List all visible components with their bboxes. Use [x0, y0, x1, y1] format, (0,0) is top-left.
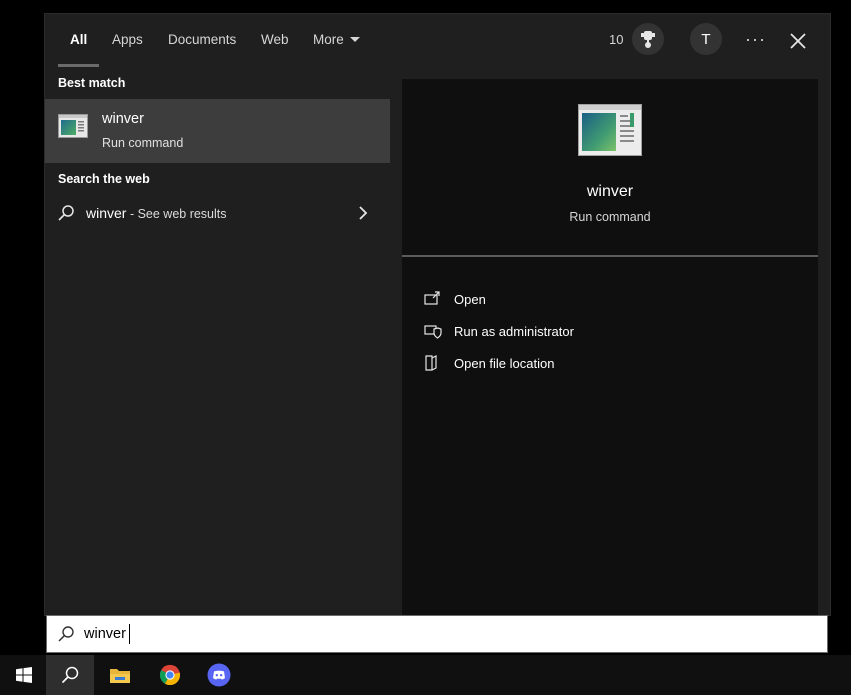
web-result-query: winver	[86, 205, 127, 221]
file-location-icon	[425, 355, 437, 371]
search-input[interactable]	[84, 621, 784, 647]
chevron-down-icon	[349, 36, 360, 42]
more-options-icon[interactable]: ···	[745, 14, 766, 67]
search-icon	[58, 626, 74, 642]
tab-web[interactable]: Web	[261, 14, 289, 67]
taskbar	[0, 655, 851, 695]
discord-icon	[207, 663, 231, 687]
web-result-text: winver - See web results	[86, 205, 227, 221]
discord-button[interactable]	[195, 655, 243, 695]
search-icon	[61, 666, 79, 684]
action-run-as-admin[interactable]: Run as administrator	[424, 322, 804, 346]
avatar: T	[701, 30, 711, 48]
text-cursor	[129, 624, 130, 644]
rewards-points: 10	[609, 32, 624, 47]
best-match-heading: Best match	[58, 76, 126, 90]
preview-divider	[402, 255, 818, 257]
rewards-button[interactable]	[632, 23, 664, 55]
winver-app-icon-large	[578, 104, 642, 156]
action-open-file-location-label: Open file location	[454, 356, 555, 371]
tab-more-label: More	[313, 32, 344, 47]
chevron-right-icon[interactable]	[357, 206, 369, 220]
tab-documents[interactable]: Documents	[168, 14, 236, 67]
search-panel: All Apps Documents Web More 10 T ··· Bes…	[45, 14, 830, 615]
action-open[interactable]: Open	[424, 290, 804, 314]
search-icon	[58, 205, 74, 221]
best-match-title: winver	[102, 111, 144, 127]
rewards-trophy-icon	[641, 31, 655, 48]
results-list: Best match winver Run command Search the…	[45, 67, 390, 615]
search-bar	[46, 615, 828, 653]
action-open-file-location[interactable]: Open file location	[424, 354, 804, 378]
file-explorer-icon	[110, 669, 130, 683]
windows-start-icon	[16, 667, 32, 683]
tab-apps[interactable]: Apps	[112, 14, 143, 67]
shield-icon	[424, 325, 442, 339]
tab-all[interactable]: All	[57, 14, 100, 67]
preview-title: winver	[586, 183, 634, 200]
preview-subtitle: Run command	[569, 210, 651, 224]
file-explorer-button[interactable]	[96, 655, 144, 695]
best-match-item[interactable]: winver Run command	[45, 99, 390, 163]
chrome-icon	[159, 664, 181, 686]
close-icon[interactable]	[787, 30, 809, 52]
search-web-heading: Search the web	[58, 172, 150, 186]
tab-more[interactable]: More	[313, 14, 360, 67]
tab-bar: All Apps Documents Web More 10 T ···	[45, 14, 830, 67]
preview-pane: winver Run command Open Run as administr…	[402, 79, 818, 615]
web-result-suffix: - See web results	[126, 207, 227, 221]
best-match-subtitle: Run command	[102, 136, 184, 150]
action-run-as-admin-label: Run as administrator	[454, 324, 574, 339]
chrome-button[interactable]	[146, 655, 194, 695]
open-icon	[424, 291, 440, 305]
taskbar-search-button[interactable]	[46, 655, 94, 695]
account-avatar-button[interactable]: T	[690, 23, 722, 55]
action-open-label: Open	[454, 292, 486, 307]
start-button[interactable]	[0, 655, 48, 695]
web-result-item[interactable]: winver - See web results	[45, 200, 390, 232]
winver-app-icon	[58, 114, 88, 138]
